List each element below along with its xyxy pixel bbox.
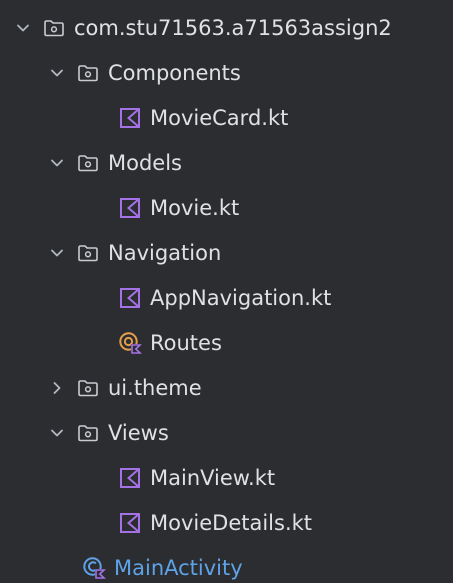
tree-file-appnavigation[interactable]: AppNavigation.kt [0, 276, 453, 320]
tree-node-label: com.stu71563.a71563assign2 [74, 16, 392, 40]
tree-node-root[interactable]: com.stu71563.a71563assign2 [0, 6, 453, 50]
package-folder-icon [76, 241, 100, 265]
tree-file-moviecard[interactable]: MovieCard.kt [0, 96, 453, 140]
tree-node-label: MovieDetails.kt [150, 511, 313, 535]
tree-node-label: ui.theme [108, 376, 202, 400]
tree-node-label: Navigation [108, 241, 222, 265]
kotlin-class-icon [82, 556, 106, 580]
tree-node-label: Components [108, 61, 241, 85]
tree-file-moviedetails[interactable]: MovieDetails.kt [0, 501, 453, 545]
kotlin-file-icon [118, 286, 142, 310]
package-folder-icon [76, 421, 100, 445]
tree-file-routes[interactable]: Routes [0, 321, 453, 365]
tree-file-movie[interactable]: Movie.kt [0, 186, 453, 230]
tree-node-views[interactable]: Views [0, 411, 453, 455]
tree-file-mainview[interactable]: MainView.kt [0, 456, 453, 500]
tree-node-label: AppNavigation.kt [150, 286, 332, 310]
chevron-down-icon[interactable] [14, 19, 32, 37]
tree-node-navigation[interactable]: Navigation [0, 231, 453, 275]
package-folder-icon [76, 376, 100, 400]
tree-node-label: Routes [150, 331, 222, 355]
tree-node-label: Views [108, 421, 169, 445]
tree-node-ui-theme[interactable]: ui.theme [0, 366, 453, 410]
project-tree: com.stu71563.a71563assign2 Components Mo… [0, 0, 453, 583]
tree-node-label: Models [108, 151, 182, 175]
kotlin-file-icon [118, 466, 142, 490]
package-folder-icon [76, 151, 100, 175]
tree-node-label: Movie.kt [150, 196, 240, 220]
kotlin-file-icon [118, 106, 142, 130]
package-folder-icon [76, 61, 100, 85]
chevron-down-icon[interactable] [48, 64, 66, 82]
tree-node-models[interactable]: Models [0, 141, 453, 185]
tree-node-label: MainView.kt [150, 466, 276, 490]
tree-file-mainactivity[interactable]: MainActivity [0, 546, 453, 583]
tree-node-label: MovieCard.kt [150, 106, 289, 130]
tree-node-label: MainActivity [114, 556, 243, 580]
kotlin-object-icon [118, 331, 142, 355]
tree-node-components[interactable]: Components [0, 51, 453, 95]
chevron-down-icon[interactable] [48, 154, 66, 172]
chevron-right-icon[interactable] [48, 379, 66, 397]
kotlin-file-icon [118, 196, 142, 220]
chevron-down-icon[interactable] [48, 424, 66, 442]
chevron-down-icon[interactable] [48, 244, 66, 262]
kotlin-file-icon [118, 511, 142, 535]
package-folder-icon [42, 16, 66, 40]
